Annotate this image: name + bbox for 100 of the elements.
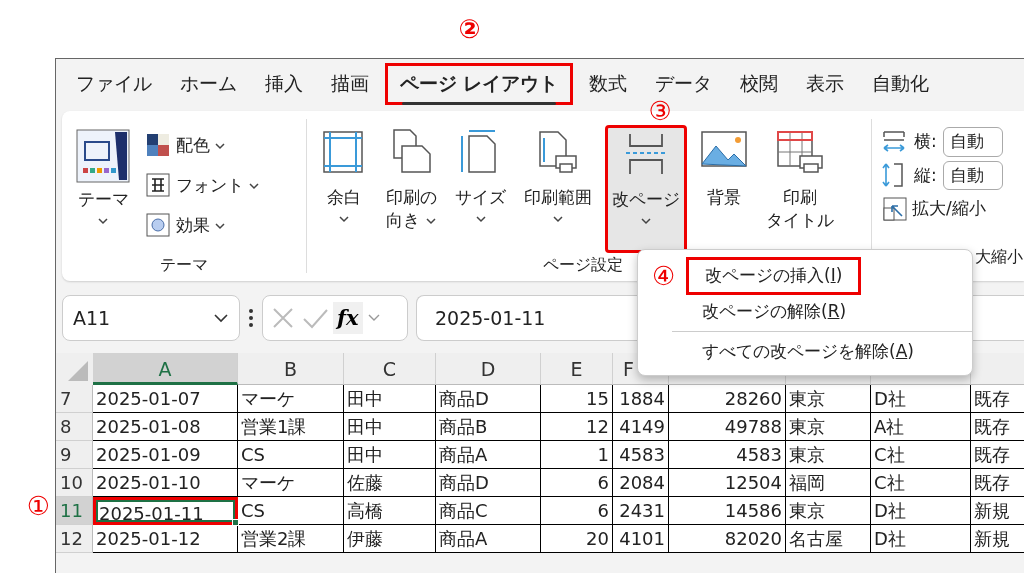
table-cell[interactable]: C社 [871,469,971,497]
table-cell[interactable]: D社 [871,497,971,525]
row-header[interactable]: 9 [56,441,93,469]
table-cell[interactable]: 6 [541,469,613,497]
row-header[interactable]: 10 [56,469,93,497]
menu-item[interactable]: 改ページの挿入(I) [686,257,862,295]
table-cell[interactable]: 営業1課 [238,413,344,441]
fill-handle[interactable] [232,519,239,526]
table-cell[interactable]: 2025-01-12 [93,525,238,553]
table-cell[interactable]: 佐藤 [344,469,436,497]
table-cell[interactable]: 田中 [344,441,436,469]
table-cell[interactable]: 4583 [613,441,669,469]
table-cell[interactable]: 東京 [786,413,871,441]
group-label: ページ設定 [543,255,623,274]
row-header[interactable]: 8 [56,413,93,441]
table-cell[interactable]: 12504 [669,469,786,497]
ribbon-tab[interactable]: 数式 [577,66,640,102]
column-header[interactable]: B [238,353,344,385]
table-cell[interactable]: 2025-01-08 [93,413,238,441]
table-cell[interactable]: 4583 [669,441,786,469]
table-cell[interactable]: 28260 [669,385,786,413]
ribbon-button[interactable]: フォント [144,171,262,201]
table-cell[interactable]: C社 [871,441,971,469]
table-cell[interactable]: 新規 [971,525,1024,553]
table-cell[interactable]: 新規 [971,497,1024,525]
table-cell[interactable]: 商品B [436,413,541,441]
column-header[interactable]: E [541,353,613,385]
ribbon-button[interactable]: 余白 [315,125,373,253]
ribbon-tab[interactable]: 挿入 [253,66,315,102]
table-cell[interactable]: D社 [871,525,971,553]
table-cell[interactable]: 商品C [436,497,541,525]
ribbon-button[interactable]: サイズ [450,125,512,253]
table-cell[interactable]: 既存 [971,469,1024,497]
table-cell[interactable]: 伊藤 [344,525,436,553]
table-cell[interactable]: 既存 [971,441,1024,469]
table-cell[interactable]: 既存 [971,413,1024,441]
ribbon-tab[interactable]: 描画 [319,66,381,102]
column-header[interactable]: D [436,353,541,385]
table-cell[interactable]: 営業2課 [238,525,344,553]
table-cell[interactable]: 高橋 [344,497,436,525]
table-cell[interactable]: 商品D [436,385,541,413]
ribbon-button[interactable]: 印刷の 向き [381,125,443,253]
table-cell[interactable]: 14586 [669,497,786,525]
table-cell[interactable]: マーケ [238,469,344,497]
table-cell[interactable]: 82020 [669,525,786,553]
table-cell[interactable]: 20 [541,525,613,553]
column-header[interactable]: C [344,353,436,385]
ribbon-tab[interactable]: 表示 [794,66,857,102]
table-cell[interactable]: 6 [541,497,613,525]
ribbon-button[interactable]: 拡大/縮小 [880,194,1003,224]
table-cell[interactable]: 2025-01-10 [93,469,238,497]
scale-field[interactable]: 自動 [942,127,1003,157]
table-cell[interactable]: マーケ [238,385,344,413]
ribbon-tab[interactable]: 自動化 [860,66,942,102]
table-cell[interactable]: 東京 [786,441,871,469]
table-cell[interactable]: 2025-01-11 [93,497,238,525]
column-header[interactable]: A [93,353,238,385]
table-cell[interactable]: 東京 [786,385,871,413]
cell-reference: A11 [73,305,111,331]
table-cell[interactable]: 15 [541,385,613,413]
ribbon-button[interactable]: 効果 [144,211,262,241]
table-cell[interactable]: 田中 [344,385,436,413]
table-cell[interactable]: 商品A [436,525,541,553]
insert-function-button[interactable]: fx [333,302,363,334]
table-cell[interactable]: 4149 [613,413,669,441]
table-cell[interactable]: 2025-01-09 [93,441,238,469]
row-header[interactable]: 12 [56,525,93,553]
table-cell[interactable]: 商品A [436,441,541,469]
ribbon-button[interactable]: テーマ [70,125,136,253]
table-cell[interactable]: CS [238,497,344,525]
table-cell[interactable]: 商品D [436,469,541,497]
name-box[interactable]: A11 [62,295,240,341]
table-cell[interactable]: 1 [541,441,613,469]
table-cell[interactable]: 49788 [669,413,786,441]
table-cell[interactable]: 4101 [613,525,669,553]
table-cell[interactable]: 名古屋 [786,525,871,553]
ribbon-tab[interactable]: ファイル [64,66,164,102]
table-cell[interactable]: 既存 [971,385,1024,413]
table-cell[interactable]: D社 [871,385,971,413]
table-cell[interactable]: 福岡 [786,469,871,497]
more-icon [248,308,254,328]
menu-item[interactable]: 改ページの解除(R) [686,295,863,327]
ribbon-button[interactable]: 印刷範囲 [519,125,598,253]
ribbon-tab[interactable]: 校閲 [728,66,791,102]
ribbon-button[interactable]: 配色 [144,131,262,161]
row-header[interactable]: 7 [56,385,93,413]
column-header[interactable] [971,353,1024,385]
table-cell[interactable]: 2431 [613,497,669,525]
table-cell[interactable]: 東京 [786,497,871,525]
scale-field[interactable]: 自動 [942,160,1003,190]
table-cell[interactable]: 1884 [613,385,669,413]
ribbon-tab[interactable]: ホーム [168,66,249,102]
table-cell[interactable]: CS [238,441,344,469]
color-scheme-icon [146,133,172,159]
table-cell[interactable]: 2025-01-07 [93,385,238,413]
table-cell[interactable]: A社 [871,413,971,441]
table-cell[interactable]: 2084 [613,469,669,497]
table-cell[interactable]: 12 [541,413,613,441]
menu-item[interactable]: すべての改ページを解除(A) [686,336,930,368]
table-cell[interactable]: 田中 [344,413,436,441]
